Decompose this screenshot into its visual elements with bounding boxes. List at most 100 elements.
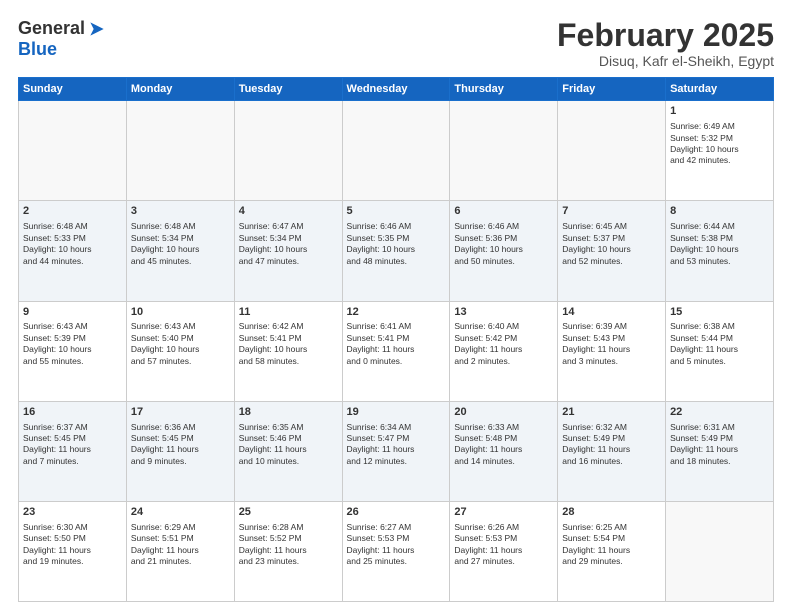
cell-content: Sunrise: 6:27 AM Sunset: 5:53 PM Dayligh… [347, 522, 446, 568]
cell-content: Sunrise: 6:32 AM Sunset: 5:49 PM Dayligh… [562, 422, 661, 468]
calendar-cell: 8 Sunrise: 6:44 AM Sunset: 5:38 PM Daylig… [666, 201, 774, 301]
weekday-header-monday: Monday [126, 78, 234, 101]
logo-blue: Blue [18, 39, 57, 59]
calendar-week-row: 23 Sunrise: 6:30 AM Sunset: 5:50 PM Dayli… [19, 501, 774, 601]
calendar-cell: 22Sunrise: 6:31 AM Sunset: 5:49 PM Dayli… [666, 401, 774, 501]
day-number: 25 [239, 505, 338, 520]
cell-content: Sunrise: 6:42 AM Sunset: 5:41 PM Dayligh… [239, 321, 338, 367]
weekday-header-friday: Friday [558, 78, 666, 101]
day-number: 8 [670, 204, 769, 219]
calendar-cell: 14Sunrise: 6:39 AM Sunset: 5:43 PM Dayli… [558, 301, 666, 401]
calendar-cell: 19 Sunrise: 6:34 AM Sunset: 5:47 PM Dayli… [342, 401, 450, 501]
logo: General Blue [18, 18, 107, 60]
calendar-cell: 11Sunrise: 6:42 AM Sunset: 5:41 PM Dayli… [234, 301, 342, 401]
weekday-header-wednesday: Wednesday [342, 78, 450, 101]
calendar-week-row: 9Sunrise: 6:43 AM Sunset: 5:39 PM Daylig… [19, 301, 774, 401]
day-number: 11 [239, 305, 338, 320]
cell-content: Sunrise: 6:46 AM Sunset: 5:36 PM Dayligh… [454, 221, 553, 267]
day-number: 20 [454, 405, 553, 420]
weekday-header-tuesday: Tuesday [234, 78, 342, 101]
day-number: 27 [454, 505, 553, 520]
calendar-cell: 4 Sunrise: 6:47 AM Sunset: 5:34 PM Daylig… [234, 201, 342, 301]
calendar-cell: 17 Sunrise: 6:36 AM Sunset: 5:45 PM Dayli… [126, 401, 234, 501]
weekday-header-sunday: Sunday [19, 78, 127, 101]
cell-content: Sunrise: 6:38 AM Sunset: 5:44 PM Dayligh… [670, 321, 769, 367]
day-number: 24 [131, 505, 230, 520]
day-number: 19 [347, 405, 446, 420]
calendar-cell: 28 Sunrise: 6:25 AM Sunset: 5:54 PM Dayli… [558, 501, 666, 601]
calendar-cell: 3Sunrise: 6:48 AM Sunset: 5:34 PM Daylig… [126, 201, 234, 301]
cell-content: Sunrise: 6:45 AM Sunset: 5:37 PM Dayligh… [562, 221, 661, 267]
calendar-cell: 20 Sunrise: 6:33 AM Sunset: 5:48 PM Dayli… [450, 401, 558, 501]
cell-content: Sunrise: 6:47 AM Sunset: 5:34 PM Dayligh… [239, 221, 338, 267]
cell-content: Sunrise: 6:36 AM Sunset: 5:45 PM Dayligh… [131, 422, 230, 468]
subtitle: Disuq, Kafr el-Sheikh, Egypt [557, 53, 774, 69]
calendar-cell: 26 Sunrise: 6:27 AM Sunset: 5:53 PM Dayli… [342, 501, 450, 601]
day-number: 10 [131, 305, 230, 320]
cell-content: Sunrise: 6:34 AM Sunset: 5:47 PM Dayligh… [347, 422, 446, 468]
calendar-cell: 12Sunrise: 6:41 AM Sunset: 5:41 PM Dayli… [342, 301, 450, 401]
calendar-cell [19, 101, 127, 201]
cell-content: Sunrise: 6:41 AM Sunset: 5:41 PM Dayligh… [347, 321, 446, 367]
page: General Blue February 2025 Disuq, Kafr e… [0, 0, 792, 612]
cell-content: Sunrise: 6:49 AM Sunset: 5:32 PM Dayligh… [670, 121, 769, 167]
calendar-cell [450, 101, 558, 201]
calendar-cell [342, 101, 450, 201]
calendar-cell: 9Sunrise: 6:43 AM Sunset: 5:39 PM Daylig… [19, 301, 127, 401]
cell-content: Sunrise: 6:44 AM Sunset: 5:38 PM Dayligh… [670, 221, 769, 267]
calendar-cell: 27Sunrise: 6:26 AM Sunset: 5:53 PM Dayli… [450, 501, 558, 601]
calendar-cell: 10Sunrise: 6:43 AM Sunset: 5:40 PM Dayli… [126, 301, 234, 401]
cell-content: Sunrise: 6:28 AM Sunset: 5:52 PM Dayligh… [239, 522, 338, 568]
title-section: February 2025 Disuq, Kafr el-Sheikh, Egy… [557, 18, 774, 69]
cell-content: Sunrise: 6:43 AM Sunset: 5:39 PM Dayligh… [23, 321, 122, 367]
cell-content: Sunrise: 6:25 AM Sunset: 5:54 PM Dayligh… [562, 522, 661, 568]
cell-content: Sunrise: 6:48 AM Sunset: 5:34 PM Dayligh… [131, 221, 230, 267]
cell-content: Sunrise: 6:37 AM Sunset: 5:45 PM Dayligh… [23, 422, 122, 468]
day-number: 26 [347, 505, 446, 520]
calendar-cell [666, 501, 774, 601]
day-number: 13 [454, 305, 553, 320]
main-title: February 2025 [557, 18, 774, 53]
calendar-week-row: 1 Sunrise: 6:49 AM Sunset: 5:32 PM Daylig… [19, 101, 774, 201]
cell-content: Sunrise: 6:29 AM Sunset: 5:51 PM Dayligh… [131, 522, 230, 568]
calendar-header-row: SundayMondayTuesdayWednesdayThursdayFrid… [19, 78, 774, 101]
calendar-cell: 1 Sunrise: 6:49 AM Sunset: 5:32 PM Daylig… [666, 101, 774, 201]
cell-content: Sunrise: 6:33 AM Sunset: 5:48 PM Dayligh… [454, 422, 553, 468]
calendar-cell: 16 Sunrise: 6:37 AM Sunset: 5:45 PM Dayli… [19, 401, 127, 501]
day-number: 9 [23, 305, 122, 320]
day-number: 7 [562, 204, 661, 219]
cell-content: Sunrise: 6:40 AM Sunset: 5:42 PM Dayligh… [454, 321, 553, 367]
weekday-header-thursday: Thursday [450, 78, 558, 101]
day-number: 21 [562, 405, 661, 420]
day-number: 6 [454, 204, 553, 219]
cell-content: Sunrise: 6:48 AM Sunset: 5:33 PM Dayligh… [23, 221, 122, 267]
calendar-cell: 18 Sunrise: 6:35 AM Sunset: 5:46 PM Dayli… [234, 401, 342, 501]
day-number: 5 [347, 204, 446, 219]
calendar-week-row: 16 Sunrise: 6:37 AM Sunset: 5:45 PM Dayli… [19, 401, 774, 501]
day-number: 15 [670, 305, 769, 320]
calendar-cell: 5Sunrise: 6:46 AM Sunset: 5:35 PM Daylig… [342, 201, 450, 301]
day-number: 16 [23, 405, 122, 420]
calendar-cell: 7 Sunrise: 6:45 AM Sunset: 5:37 PM Daylig… [558, 201, 666, 301]
calendar-cell [558, 101, 666, 201]
calendar-cell: 2 Sunrise: 6:48 AM Sunset: 5:33 PM Daylig… [19, 201, 127, 301]
day-number: 2 [23, 204, 122, 219]
day-number: 28 [562, 505, 661, 520]
header: General Blue February 2025 Disuq, Kafr e… [18, 18, 774, 69]
logo-general: General [18, 18, 85, 39]
day-number: 18 [239, 405, 338, 420]
calendar-week-row: 2 Sunrise: 6:48 AM Sunset: 5:33 PM Daylig… [19, 201, 774, 301]
cell-content: Sunrise: 6:43 AM Sunset: 5:40 PM Dayligh… [131, 321, 230, 367]
calendar-cell: 21 Sunrise: 6:32 AM Sunset: 5:49 PM Dayli… [558, 401, 666, 501]
weekday-header-saturday: Saturday [666, 78, 774, 101]
day-number: 4 [239, 204, 338, 219]
cell-content: Sunrise: 6:35 AM Sunset: 5:46 PM Dayligh… [239, 422, 338, 468]
day-number: 17 [131, 405, 230, 420]
day-number: 1 [670, 104, 769, 119]
calendar-cell: 25 Sunrise: 6:28 AM Sunset: 5:52 PM Dayli… [234, 501, 342, 601]
cell-content: Sunrise: 6:30 AM Sunset: 5:50 PM Dayligh… [23, 522, 122, 568]
day-number: 22 [670, 405, 769, 420]
logo-text: General [18, 18, 107, 39]
day-number: 23 [23, 505, 122, 520]
calendar-cell [126, 101, 234, 201]
